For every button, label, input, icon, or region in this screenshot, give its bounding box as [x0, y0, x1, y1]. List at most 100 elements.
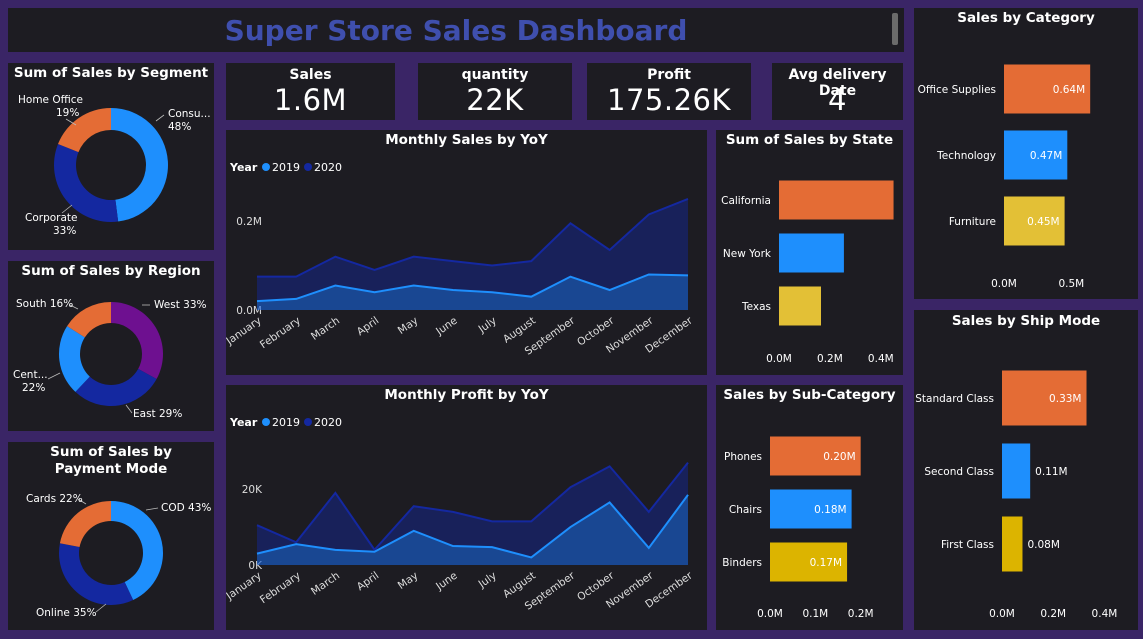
x-tick-label: 0.0M — [766, 353, 792, 365]
kpi-quantity-card: quantity 22K — [418, 63, 572, 120]
legend-marker — [262, 418, 270, 426]
leader-line — [95, 603, 107, 613]
monthly-sales-area-chart: Year 2019 20200.0M0.2MJanuaryFebruary March… — [226, 161, 695, 358]
legend-label: 2019 — [272, 161, 300, 174]
x-tick-label: 0.0M — [989, 608, 1015, 620]
subcategory-chart-card: Sales by Sub-Category Phones 0.20M Chairs 0… — [716, 385, 903, 630]
leader-line — [155, 114, 165, 122]
x-tick-label: February — [258, 570, 303, 607]
bar-value-label: 0.45M — [1027, 216, 1059, 228]
bar-value-label: 0.11M — [1035, 466, 1067, 478]
x-tick-label: 0.0M — [757, 608, 783, 620]
slice-label: Corporate 33% — [25, 212, 78, 237]
legend-label: 2019 — [272, 416, 300, 429]
category-bar-chart: Office Supplies 0.64M Technology 0.47M Furni… — [918, 64, 1091, 290]
x-tick-label: 0.0M — [991, 278, 1017, 290]
shipmode-bar-chart: Standard Class 0.33M Second Class 0.11M Firs… — [915, 370, 1118, 620]
x-tick-label: 0.2M — [817, 353, 843, 365]
bar-value-label: 0.64M — [1053, 84, 1085, 96]
x-tick-label: April — [355, 315, 382, 339]
region-donut-chart: West 33% East 29% Cent... 22% South 16% — [13, 298, 207, 420]
category-label: Texas — [741, 301, 771, 313]
slice-label-pct: 19% — [56, 107, 79, 119]
leader-line — [145, 507, 159, 511]
segment-chart-card: Sum of Sales by Segment Consu... 48% Corpo… — [8, 63, 214, 250]
category-label: New York — [723, 248, 772, 260]
slice-label-name: Cent... — [13, 369, 48, 381]
subcategory-bar-chart: Phones 0.20M Chairs 0.18M Binders 0.17M 0.0M 0.… — [722, 436, 874, 620]
kpi-label: quantity — [461, 67, 529, 83]
x-tick-label: May — [396, 315, 421, 337]
dashboard-title: Super Store Sales Dashboard — [224, 14, 688, 47]
bar-value-label: 0.08M — [1027, 539, 1059, 551]
bar — [1002, 516, 1023, 572]
bar-value-label: 0.20M — [823, 451, 855, 463]
kpi-value: 4 — [828, 83, 847, 117]
legend-marker — [304, 163, 312, 171]
kpi-label: Profit — [647, 67, 691, 83]
x-tick-label: April — [355, 570, 382, 594]
legend-label: 2020 — [314, 161, 342, 174]
legend-marker — [304, 418, 312, 426]
donut-slice — [59, 501, 111, 548]
monthly-sales-card: Monthly Sales by YoY Year 2019 2020 0.0M 0.2… — [226, 130, 707, 375]
bar-value-label: 0.47M — [1030, 150, 1062, 162]
region-chart-card: Sum of Sales by Region West 33% East 29% C… — [8, 261, 214, 431]
slice-label: Cent... 22% — [13, 369, 48, 394]
kpi-value: 175.26K — [607, 83, 731, 117]
bar — [1002, 443, 1031, 499]
category-label: Phones — [724, 451, 762, 463]
x-tick-label: 0.2M — [848, 608, 874, 620]
slice-label: Consu... 48% — [168, 108, 211, 133]
x-tick-label: July — [476, 570, 499, 591]
legend-title: Year — [229, 416, 258, 429]
slice-label-name: Home Office — [18, 94, 83, 106]
category-label: Binders — [722, 557, 762, 569]
shipmode-chart-card: Sales by Ship Mode Standard Class 0.33M Se… — [914, 310, 1138, 630]
monthly-profit-area-chart: Year 2019 20200K20KJanuaryFebruary March Apr… — [226, 416, 695, 613]
category-label: Chairs — [729, 504, 762, 516]
x-tick-label: 0.5M — [1058, 278, 1084, 290]
bar — [779, 233, 844, 273]
y-tick-label: 20K — [242, 484, 263, 496]
category-label: Office Supplies — [918, 84, 996, 96]
bar — [779, 180, 894, 220]
x-tick-label: March — [309, 570, 342, 598]
x-tick-label: March — [309, 315, 342, 343]
slice-label-name: Consu... — [168, 108, 211, 120]
category-label: Furniture — [949, 216, 996, 228]
category-chart-card: Sales by Category Office Supplies 0.64M Te… — [914, 8, 1138, 299]
kpi-label: Sales — [289, 67, 332, 83]
x-tick-label: June — [433, 315, 459, 339]
slice-label-pct: 33% — [53, 225, 76, 237]
segment-donut-chart: Consu... 48% Corporate 33% Home Office 19% — [18, 94, 211, 237]
bar-value-label: 0.33M — [1049, 393, 1081, 405]
x-tick-label: 0.4M — [1092, 608, 1118, 620]
y-tick-label: 0.2M — [236, 216, 262, 228]
donut-slice — [58, 543, 134, 605]
x-tick-label: June — [433, 570, 459, 594]
legend-marker — [262, 163, 270, 171]
legend-title: Year — [229, 161, 258, 174]
slice-label-name: Corporate — [25, 212, 78, 224]
category-label: Second Class — [924, 466, 994, 478]
kpi-profit-card: Profit 175.26K — [587, 63, 751, 120]
donut-slice — [111, 108, 168, 222]
slice-label: COD 43% — [161, 502, 211, 514]
kpi-sales-card: Sales 1.6M — [226, 63, 395, 120]
scrollbar-handle[interactable] — [892, 13, 898, 45]
legend-label: 2020 — [314, 416, 342, 429]
x-tick-label: May — [396, 570, 421, 592]
category-label: First Class — [941, 539, 994, 551]
slice-label: West 33% — [154, 299, 207, 311]
x-tick-label: 0.1M — [802, 608, 828, 620]
bar-value-label: 0.17M — [810, 557, 842, 569]
monthly-profit-card: Monthly Profit by YoY Year 2019 2020 0K 20K J… — [226, 385, 707, 630]
x-tick-label: 0.2M — [1040, 608, 1066, 620]
slice-label: Cards 22% — [26, 493, 83, 505]
x-tick-label: February — [258, 315, 303, 352]
title-card: Super Store Sales Dashboard — [8, 8, 904, 52]
x-tick-label: July — [476, 315, 499, 336]
slice-label-pct: 48% — [168, 121, 191, 133]
payment-donut-chart: COD 43% Online 35% Cards 22% — [26, 493, 211, 619]
